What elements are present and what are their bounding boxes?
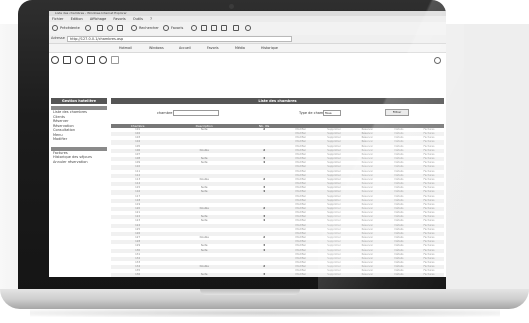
link-windows[interactable]: Windows [149, 46, 164, 50]
main-panel: Liste des chambres chambre Type de chamb… [111, 98, 444, 277]
delete-link[interactable]: Supprimer [317, 273, 351, 277]
back-button[interactable]: Précédente [60, 26, 80, 30]
table-row: 136 Suite 3 Modifier Supprimer Réserver Détail… [111, 273, 444, 277]
description-cell: Suite [164, 273, 245, 277]
star-icon[interactable] [163, 25, 169, 31]
back-icon[interactable] [52, 25, 58, 31]
discuss-icon[interactable] [233, 25, 239, 31]
upload-app-icon[interactable] [75, 56, 83, 64]
address-label: Adresse [51, 36, 65, 40]
link-favorites[interactable]: Favoris [207, 46, 219, 50]
filter-bar: chambre Type de chambre Tous Filtrer [111, 104, 444, 120]
stop-icon[interactable] [97, 25, 103, 31]
screen: Liste des chambres - Windows Internet Ex… [49, 11, 446, 277]
mail-icon[interactable] [201, 25, 207, 31]
page-content: Gestion hotelière Liste des chambres Cli… [49, 53, 446, 277]
laptop-bezel: Liste des chambres - Windows Internet Ex… [18, 0, 464, 292]
invoices-link[interactable]: Factures [413, 273, 444, 277]
search-button[interactable]: Rechercher [139, 26, 159, 30]
sidebar-item-modify[interactable]: Modifier [51, 137, 107, 142]
menu-tools[interactable]: Outils [133, 17, 143, 21]
refresh-icon[interactable] [107, 25, 113, 31]
link-media[interactable]: Média [235, 46, 245, 50]
users-app-icon[interactable] [63, 56, 71, 64]
sidebar-item-cancel[interactable]: Annuler réservation [51, 160, 107, 165]
home-app-icon[interactable] [51, 56, 59, 64]
messenger-icon[interactable] [245, 25, 251, 31]
sidebar: Gestion hotelière Liste des chambres Cli… [51, 98, 107, 164]
beds-cell: 3 [244, 273, 285, 277]
filter-button[interactable]: Filtrer [385, 109, 409, 116]
sidebar-title: Gestion hotelière [51, 98, 107, 104]
search-icon[interactable] [131, 25, 137, 31]
modify-link[interactable]: Modifier [284, 273, 318, 277]
book-link[interactable]: Réserver [350, 273, 385, 277]
menu-help[interactable]: ? [150, 17, 152, 21]
home-icon[interactable] [117, 25, 123, 31]
menu-file[interactable]: Fichier [52, 17, 63, 21]
address-bar: Adresse http://127.0.0.1/chambres.asp [49, 35, 446, 44]
laptop-notch [200, 289, 300, 295]
settings-app-icon[interactable] [99, 56, 107, 64]
edit-icon[interactable] [221, 25, 227, 31]
calendar-app-icon[interactable] [87, 56, 95, 64]
browser-toolbar: Précédente Rechercher Favoris [49, 22, 446, 36]
room-number-cell: 136 [111, 273, 165, 277]
room-type-select[interactable]: Tous [323, 110, 341, 116]
links-bar: Hotmail Windows Accueil Favoris Média Hi… [49, 44, 446, 53]
address-input[interactable]: http://127.0.0.1/chambres.asp [67, 36, 292, 42]
link-hotmail[interactable]: Hotmail [119, 46, 132, 50]
person-app-icon[interactable] [111, 56, 119, 64]
room-filter-input[interactable] [173, 110, 219, 116]
menu-favorites[interactable]: Favoris [113, 17, 125, 21]
print-icon[interactable] [211, 25, 217, 31]
camera-icon [229, 4, 234, 9]
laptop-shadow [30, 309, 500, 317]
forward-icon[interactable] [85, 25, 91, 31]
favorites-button[interactable]: Favoris [171, 26, 183, 30]
logout-icon[interactable] [434, 57, 441, 64]
menu-view[interactable]: Affichage [90, 17, 106, 21]
link-history[interactable]: Historique [261, 46, 278, 50]
rooms-table: Chambre Description Nb. lits 101 Suite 2 Modi… [111, 124, 444, 277]
history-icon[interactable] [191, 25, 197, 31]
window-title: Liste des chambres - Windows Internet Ex… [55, 11, 127, 15]
link-home[interactable]: Accueil [179, 46, 191, 50]
details-link[interactable]: Détails [384, 273, 414, 277]
menu-edit[interactable]: Edition [71, 17, 83, 21]
room-filter-label: chambre [157, 111, 173, 115]
